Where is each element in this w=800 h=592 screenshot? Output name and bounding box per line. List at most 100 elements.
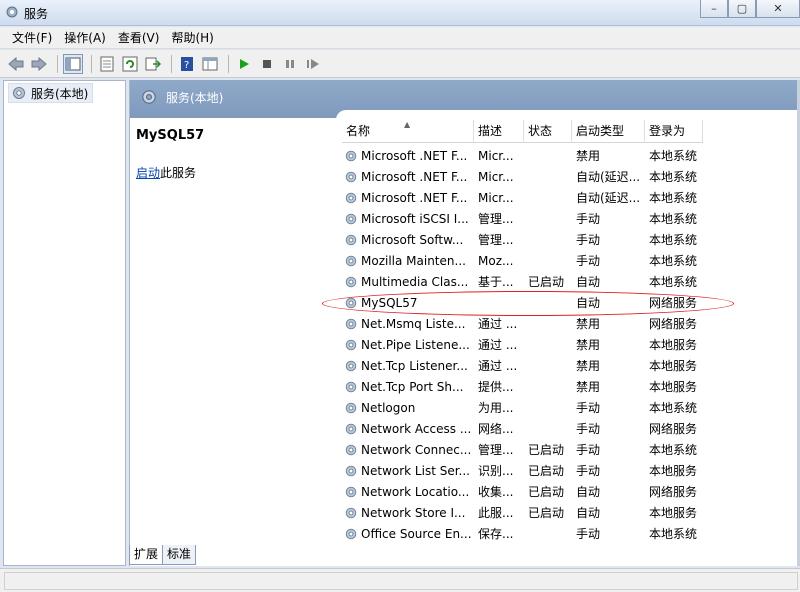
service-row[interactable]: Mozilla Mainten... Moz... 手动 本地系统	[342, 250, 715, 271]
service-log-on-as: 本地服务	[649, 359, 698, 373]
service-description: Micr...	[478, 190, 514, 205]
status-bar	[0, 568, 800, 592]
menu-view[interactable]: 查看(V)	[112, 29, 166, 46]
service-description: 网络...	[478, 422, 514, 436]
service-name-cell: Net.Tcp Listener...	[342, 359, 474, 373]
column-header-status[interactable]: 状态	[524, 120, 572, 142]
close-button[interactable]: ✕	[756, 0, 800, 18]
show-hide-console-tree-button[interactable]	[63, 53, 83, 74]
service-row[interactable]: Network Access ... 网络... 手动 网络服务	[342, 418, 715, 439]
back-button[interactable]	[6, 54, 26, 74]
service-gear-icon	[345, 318, 357, 329]
menu-action[interactable]: 操作(A)	[58, 29, 112, 46]
column-header-log-on-as[interactable]: 登录为	[645, 120, 703, 142]
service-name-cell: Multimedia Clas...	[342, 275, 474, 289]
service-gear-icon	[345, 171, 357, 182]
properties-icon	[100, 56, 114, 71]
tab-extended[interactable]: 扩展	[129, 545, 164, 565]
refresh-button[interactable]	[120, 54, 140, 74]
view-button[interactable]	[200, 54, 220, 74]
toolbar: ?	[0, 50, 800, 78]
help-button[interactable]: ?	[177, 54, 197, 74]
start-service-link[interactable]: 启动	[136, 166, 160, 180]
service-status: 已启动	[528, 275, 565, 289]
column-header-name[interactable]: ▲ 名称	[342, 120, 474, 142]
menu-file[interactable]: 文件(F)	[6, 29, 58, 46]
service-gear-icon	[345, 402, 357, 413]
service-name: Network Locatio...	[361, 484, 470, 499]
service-name-cell: Network Connec...	[342, 443, 474, 457]
arrow-right-icon	[31, 56, 47, 71]
services-pane: 服务(本地) MySQL57 启动此服务 ▲ 名称 描述 状态 启动类型 登录为…	[129, 80, 800, 566]
column-header-description[interactable]: 描述	[474, 120, 524, 142]
service-name-cell: Netlogon	[342, 401, 474, 415]
service-status: 已启动	[528, 443, 565, 457]
service-row[interactable]: Microsoft iSCSI I... 管理... 手动 本地系统	[342, 208, 715, 229]
service-row[interactable]: Microsoft Softw... 管理... 手动 本地系统	[342, 229, 715, 250]
service-name-cell: Office Source En...	[342, 527, 474, 541]
start-service-button[interactable]	[234, 54, 254, 74]
service-status: 已启动	[528, 506, 565, 520]
services-gear-icon	[142, 90, 156, 104]
service-gear-icon	[345, 213, 357, 224]
service-gear-icon	[345, 339, 357, 350]
pause-service-button[interactable]	[280, 54, 300, 74]
service-log-on-as: 网络服务	[649, 485, 698, 499]
service-name-cell: Microsoft .NET F...	[342, 149, 474, 163]
service-row[interactable]: Net.Tcp Port Sh... 提供... 禁用 本地服务	[342, 376, 715, 397]
restart-service-button[interactable]	[303, 54, 323, 74]
service-gear-icon	[345, 444, 357, 455]
service-row[interactable]: Office Source En... 保存... 手动 本地系统	[342, 523, 715, 543]
stop-service-button[interactable]	[257, 54, 277, 74]
service-startup-type: 自动	[576, 506, 601, 520]
service-name-cell: Microsoft Softw...	[342, 233, 474, 247]
service-description: Micr...	[478, 148, 514, 163]
services-gear-icon	[6, 6, 18, 18]
service-row[interactable]: Network List Ser... 识别... 已启动 手动 本地服务	[342, 460, 715, 481]
service-row[interactable]: Net.Pipe Listene... 通过 ... 禁用 本地服务	[342, 334, 715, 355]
service-name-cell: Network List Ser...	[342, 464, 474, 478]
service-row[interactable]: Network Locatio... 收集... 已启动 自动 网络服务	[342, 481, 715, 502]
service-name-cell: Mozilla Mainten...	[342, 254, 474, 268]
service-gear-icon	[345, 150, 357, 161]
service-log-on-as: 本地系统	[649, 233, 698, 247]
service-gear-icon	[345, 360, 357, 371]
service-log-on-as: 本地系统	[649, 254, 698, 268]
minimize-button[interactable]: –	[700, 0, 728, 18]
service-row[interactable]: Microsoft .NET F... Micr... 禁用 本地系统	[342, 145, 715, 166]
tree-item-services-local[interactable]: 服务(本地)	[8, 83, 94, 103]
toolbar-separator	[171, 54, 172, 73]
service-name: Net.Tcp Port Sh...	[361, 379, 464, 394]
service-description: Micr...	[478, 169, 514, 184]
service-description: 基于...	[478, 275, 514, 289]
service-log-on-as: 本地服务	[649, 338, 698, 352]
toolbar-separator	[228, 54, 229, 73]
tab-standard[interactable]: 标准	[162, 545, 197, 565]
services-gear-icon	[13, 87, 25, 99]
service-row[interactable]: Microsoft .NET F... Micr... 自动(延迟... 本地系统	[342, 166, 715, 187]
column-header-startup-type[interactable]: 启动类型	[572, 120, 645, 142]
service-name: Office Source En...	[361, 526, 472, 541]
service-description: 此服...	[478, 506, 514, 520]
menu-help[interactable]: 帮助(H)	[165, 29, 219, 46]
service-startup-type: 禁用	[576, 317, 601, 331]
service-name: Net.Pipe Listene...	[361, 337, 470, 352]
service-action: 启动此服务	[136, 164, 196, 181]
maximize-button[interactable]: ▢	[728, 0, 756, 18]
service-log-on-as: 本地系统	[649, 149, 698, 163]
service-row[interactable]: Netlogon 为用... 手动 本地系统	[342, 397, 715, 418]
service-startup-type: 手动	[576, 254, 601, 268]
properties-button[interactable]	[97, 54, 117, 74]
service-row[interactable]: Net.Msmq Liste... 通过 ... 禁用 网络服务	[342, 313, 715, 334]
service-log-on-as: 网络服务	[649, 317, 698, 331]
play-icon	[240, 58, 249, 69]
service-row[interactable]: Net.Tcp Listener... 通过 ... 禁用 本地服务	[342, 355, 715, 376]
forward-button[interactable]	[29, 54, 49, 74]
service-row[interactable]: Microsoft .NET F... Micr... 自动(延迟... 本地系统	[342, 187, 715, 208]
status-bar-cell	[4, 572, 798, 590]
services-list: ▲ 名称 描述 状态 启动类型 登录为 Microsoft .NET F... M…	[336, 110, 800, 543]
export-list-button[interactable]	[143, 54, 163, 74]
service-row[interactable]: Network Store I... 此服... 已启动 自动 本地服务	[342, 502, 715, 523]
service-row[interactable]: Multimedia Clas... 基于... 已启动 自动 本地系统	[342, 271, 715, 292]
service-row[interactable]: Network Connec... 管理... 已启动 手动 本地系统	[342, 439, 715, 460]
